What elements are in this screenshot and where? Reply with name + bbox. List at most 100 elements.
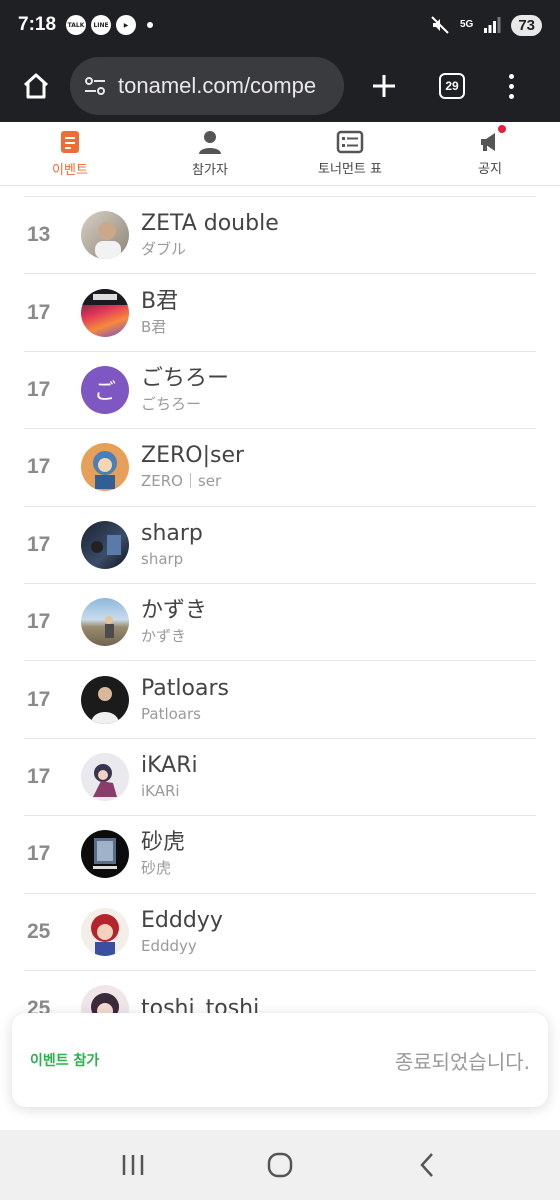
home-nav-button[interactable] — [250, 1140, 310, 1190]
rank: 17 — [27, 455, 51, 479]
tab-event[interactable]: 이벤트 — [0, 122, 140, 185]
status-bar: 7:18 TALK LINE ▶ 5G 73 — [0, 0, 560, 50]
home-circle-icon — [267, 1152, 293, 1178]
more-menu-button[interactable] — [496, 64, 526, 108]
participant-name: ごちろー — [141, 365, 230, 391]
document-icon — [61, 131, 79, 153]
back-chevron-icon — [419, 1153, 433, 1177]
rank: 17 — [27, 532, 51, 556]
avatar-initial: ご — [93, 379, 116, 405]
list-item[interactable]: 17 iKARi iKARi — [24, 739, 536, 817]
participant-subname: iKARi — [141, 781, 180, 800]
tab-label: 공지 — [478, 162, 502, 177]
participant-list: 13 ZETA double ダブル 17 B君 B君 17 ご ごちろー ごち… — [24, 196, 536, 1049]
line-icon: LINE — [91, 15, 112, 35]
notification-badge — [498, 125, 506, 133]
list-item[interactable]: 17 ZERO|ser ZERO｜ser — [24, 429, 536, 507]
participant-subname: Patloars — [141, 704, 201, 723]
rank: 17 — [27, 842, 51, 866]
megaphone-icon — [481, 133, 495, 151]
event-join-card: 이벤트 참가 종료되었습니다. — [12, 1013, 548, 1107]
more-notifications-icon — [147, 22, 154, 28]
avatar — [81, 752, 129, 801]
rank: 17 — [27, 687, 51, 711]
home-icon — [23, 73, 49, 99]
participant-name: Edddyy — [141, 907, 223, 933]
battery-indicator: 73 — [511, 14, 542, 36]
url-text[interactable]: tonamel.com/compe — [118, 73, 316, 99]
avatar — [81, 520, 129, 569]
list-item[interactable]: 17 砂虎 砂虎 — [24, 816, 536, 894]
avatar — [81, 598, 129, 647]
signal-icon — [484, 17, 501, 33]
list-item[interactable]: 25 Edddyy Edddyy — [24, 894, 536, 971]
tab-participants[interactable]: 참가자 — [140, 122, 280, 185]
plus-icon — [373, 75, 395, 97]
participant-subname: Edddyy — [141, 936, 197, 955]
participant-subname: B君 — [141, 317, 167, 336]
home-button[interactable] — [14, 64, 58, 108]
avatar — [81, 211, 129, 260]
join-event-button[interactable]: 이벤트 참가 — [30, 1050, 99, 1070]
participant-name: 砂虎 — [141, 830, 186, 856]
system-navigation-bar — [0, 1130, 560, 1200]
list-item[interactable]: 13 ZETA double ダブル — [24, 197, 536, 275]
address-bar[interactable]: tonamel.com/compe — [70, 57, 344, 115]
bracket-icon — [336, 130, 364, 154]
tab-switcher-button[interactable]: 29 — [430, 64, 474, 108]
participant-name: かずき — [141, 598, 208, 624]
avatar: ご — [81, 365, 129, 414]
participant-subname: 砂虎 — [141, 859, 172, 878]
recent-apps-icon — [123, 1155, 144, 1175]
participant-subname: ZERO｜ser — [141, 472, 222, 491]
dot — [508, 83, 514, 89]
avatar — [81, 830, 129, 879]
participant-name: sharp — [141, 520, 203, 546]
status-time: 7:18 — [18, 14, 57, 35]
tab-notice[interactable]: 공지 — [420, 122, 560, 185]
rank: 25 — [27, 919, 51, 943]
participant-name: B君 — [141, 288, 179, 314]
rank: 17 — [27, 300, 51, 324]
participant-name: ZETA double — [141, 211, 279, 237]
avatar — [81, 907, 129, 956]
event-tab-nav: 이벤트 참가자 토너먼트 표 공지 — [0, 122, 560, 186]
avatar — [81, 443, 129, 492]
tab-bracket[interactable]: 토너먼트 표 — [280, 122, 420, 185]
participant-subname: ごちろー — [141, 394, 202, 413]
participant-name: iKARi — [141, 752, 198, 778]
rank: 17 — [27, 764, 51, 788]
tab-label: 이벤트 — [52, 163, 88, 178]
back-button[interactable] — [397, 1140, 457, 1190]
dot — [508, 73, 514, 79]
recent-apps-button[interactable] — [103, 1140, 163, 1190]
list-item[interactable]: 17 ご ごちろー ごちろー — [24, 352, 536, 430]
avatar — [81, 288, 129, 337]
participant-name: Patloars — [141, 675, 229, 701]
mute-icon — [431, 16, 449, 34]
tab-label: 토너먼트 표 — [318, 162, 382, 177]
rank: 13 — [27, 223, 51, 247]
tab-label: 참가자 — [192, 163, 228, 178]
participant-name: ZERO|ser — [141, 443, 245, 469]
new-tab-button[interactable] — [362, 64, 406, 108]
list-item[interactable]: 17 Patloars Patloars — [24, 661, 536, 739]
browser-toolbar: tonamel.com/compe 29 — [0, 50, 560, 122]
kakaotalk-icon: TALK — [66, 15, 87, 35]
list-item[interactable]: 17 かずき かずき — [24, 584, 536, 662]
rank: 17 — [27, 377, 51, 401]
avatar — [81, 675, 129, 724]
app-notification-icon: ▶ — [116, 15, 137, 35]
participant-subname: かずき — [141, 627, 187, 646]
dot — [508, 93, 514, 99]
person-icon — [199, 131, 221, 154]
participant-subname: sharp — [141, 549, 184, 568]
participant-subname: ダブル — [141, 240, 187, 259]
network-type: 5G — [459, 19, 474, 30]
tab-count: 29 — [439, 73, 465, 99]
event-ended-status: 종료되었습니다. — [394, 1049, 530, 1074]
rank: 17 — [27, 610, 51, 634]
site-settings-icon[interactable] — [82, 73, 108, 99]
list-item[interactable]: 17 sharp sharp — [24, 507, 536, 584]
list-item[interactable]: 17 B君 B君 — [24, 274, 536, 352]
